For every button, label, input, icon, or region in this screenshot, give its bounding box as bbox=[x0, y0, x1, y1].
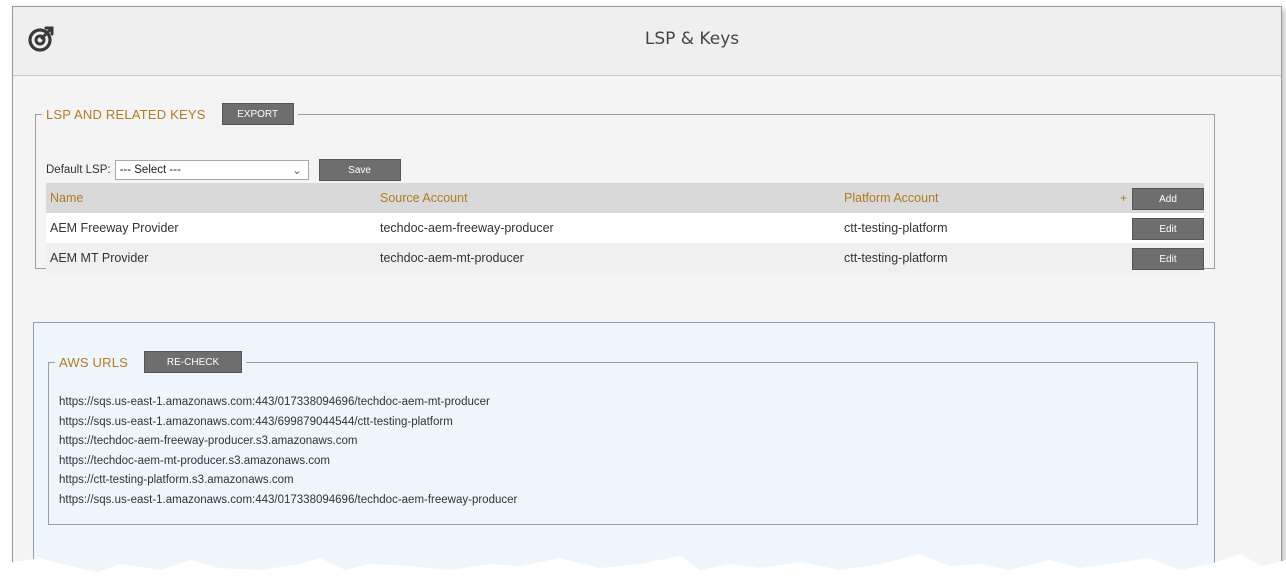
app-window: LSP & Keys LSP AND RELATED KEYS EXPORT D… bbox=[12, 6, 1282, 587]
edit-button[interactable]: Edit bbox=[1132, 218, 1204, 240]
table-row: AEM Freeway Provider techdoc-aem-freeway… bbox=[46, 213, 1204, 243]
column-header-platform-account[interactable]: Platform Account bbox=[844, 183, 939, 213]
recheck-button[interactable]: RE-CHECK bbox=[144, 351, 243, 373]
export-button[interactable]: EXPORT bbox=[221, 103, 294, 125]
row-platform-account: ctt-testing-platform bbox=[844, 221, 948, 235]
column-header-source-account[interactable]: Source Account bbox=[380, 183, 468, 213]
aws-url: https://techdoc-aem-freeway-producer.s3.… bbox=[59, 435, 358, 447]
row-name: AEM MT Provider bbox=[50, 251, 149, 265]
row-platform-account: ctt-testing-platform bbox=[844, 251, 948, 265]
aws-url: https://techdoc-aem-mt-producer.s3.amazo… bbox=[59, 454, 331, 467]
aws-url: https://ctt-testing-platform.s3.amazonaw… bbox=[59, 474, 294, 486]
save-button[interactable]: Save bbox=[318, 159, 401, 181]
aws-urls-panel: AWS URLS RE-CHECK https://sqs.us-east-1.… bbox=[33, 322, 1215, 587]
top-bar: LSP & Keys bbox=[13, 7, 1281, 76]
aws-url-list: https://sqs.us-east-1.amazonaws.com:443/… bbox=[59, 393, 517, 510]
default-lsp-row: Default LSP: --- Select --- ⌄ Save bbox=[46, 159, 401, 181]
table-header-row: Name Source Account Platform Account + A… bbox=[46, 183, 1204, 213]
chevron-down-icon: ⌄ bbox=[292, 165, 302, 177]
column-header-name[interactable]: Name bbox=[50, 183, 83, 213]
default-lsp-select-value: --- Select --- bbox=[119, 164, 181, 176]
row-source-account: techdoc-aem-freeway-producer bbox=[380, 221, 554, 235]
lsp-section-title: LSP AND RELATED KEYS bbox=[46, 106, 206, 122]
aws-url: https://sqs.us-east-1.amazonaws.com:443/… bbox=[59, 415, 453, 428]
default-lsp-select[interactable]: --- Select --- ⌄ bbox=[114, 160, 309, 180]
default-lsp-label: Default LSP: bbox=[46, 164, 111, 176]
table-row: AEM MT Provider techdoc-aem-mt-producer … bbox=[46, 243, 1204, 273]
lsp-section-legend: LSP AND RELATED KEYS EXPORT bbox=[42, 103, 298, 125]
aws-section-legend: AWS URLS RE-CHECK bbox=[55, 351, 246, 373]
page-title: LSP & Keys bbox=[644, 29, 740, 49]
aws-url: https://sqs.us-east-1.amazonaws.com:443/… bbox=[59, 493, 518, 506]
lsp-related-keys-section: LSP AND RELATED KEYS EXPORT Default LSP:… bbox=[35, 103, 1215, 273]
plus-icon: + bbox=[1120, 191, 1128, 205]
row-name: AEM Freeway Provider bbox=[50, 221, 179, 235]
aws-url: https://sqs.us-east-1.amazonaws.com:443/… bbox=[59, 396, 490, 408]
aws-urls-section: AWS URLS RE-CHECK https://sqs.us-east-1.… bbox=[48, 351, 1198, 525]
add-button[interactable]: Add bbox=[1132, 188, 1204, 210]
lsp-table: Name Source Account Platform Account + A… bbox=[46, 183, 1204, 273]
edit-button[interactable]: Edit bbox=[1132, 248, 1204, 270]
row-source-account: techdoc-aem-mt-producer bbox=[380, 251, 524, 265]
aws-section-title: AWS URLS bbox=[59, 354, 129, 370]
